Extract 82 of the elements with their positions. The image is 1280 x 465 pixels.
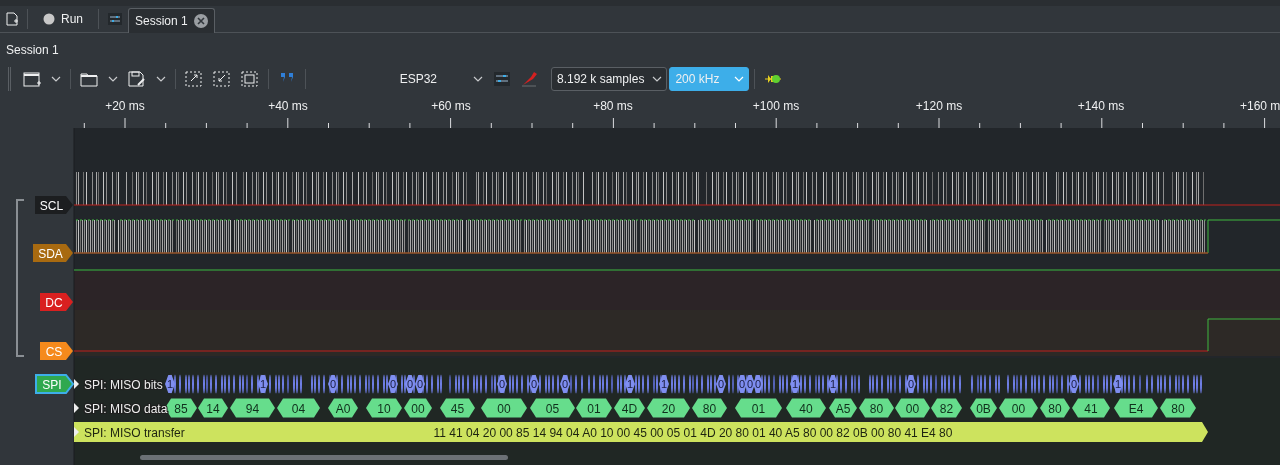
data-annotation: 80: [1040, 398, 1070, 418]
bit-annotation: 0: [405, 375, 415, 393]
bit-annotation: 0: [560, 375, 570, 393]
time-label: +20 ms: [105, 99, 145, 113]
caret-icon: [734, 75, 745, 83]
probe-icon: [521, 71, 539, 87]
session-title: Session 1: [5, 42, 60, 59]
data-annotation: 45: [440, 398, 475, 418]
expand-arrow-icon[interactable]: [74, 379, 79, 389]
bit-annotation: 1: [625, 375, 635, 393]
time-label: +120 ms: [915, 99, 963, 113]
data-annotation: 82: [931, 398, 962, 418]
caret-icon: [108, 75, 118, 83]
circle-icon: [43, 13, 55, 25]
bit-annotation: 0: [753, 375, 763, 393]
data-annotation: 41: [1072, 398, 1110, 418]
document-icon: [6, 12, 18, 26]
caret-icon: [652, 75, 663, 83]
data-annotation: 00: [404, 398, 432, 418]
channel-label[interactable]: SCL: [35, 196, 73, 214]
data-annotation: 10: [366, 398, 402, 418]
data-annotation: 0B: [970, 398, 997, 418]
caret-icon: [156, 75, 166, 83]
data-annotation: 14: [198, 398, 228, 418]
bit-annotation: 0: [716, 375, 726, 393]
close-icon: [193, 13, 208, 28]
time-label: +100 ms: [752, 99, 800, 113]
bit-annotation: 0: [497, 375, 507, 393]
frame-icon: [241, 71, 259, 87]
floppy-icon: [128, 71, 146, 87]
caret-icon: [473, 75, 483, 83]
time-label: +60 ms: [431, 99, 471, 113]
sample-count-dropdown[interactable]: 8.192 k samples: [551, 67, 668, 91]
sliders-icon: [108, 13, 122, 25]
channel-label[interactable]: DC: [40, 293, 73, 311]
bit-annotation: 1: [1113, 375, 1123, 393]
data-annotation: 94: [230, 398, 275, 418]
data-annotation: 05: [530, 398, 575, 418]
expand-arrow-icon[interactable]: [74, 403, 79, 413]
expand-icon: [185, 71, 203, 87]
data-annotation: 00: [895, 398, 930, 418]
data-annotation: A5: [829, 398, 857, 418]
device-dropdown[interactable]: ESP32: [317, 67, 487, 91]
caret-icon: [51, 75, 61, 83]
time-label: +140 ms: [1077, 99, 1125, 113]
bit-annotation: 1: [659, 375, 669, 393]
data-annotation: E4: [1114, 398, 1158, 418]
window-icon: [23, 71, 41, 87]
bit-annotation: 0: [415, 375, 425, 393]
shrink-icon: [213, 71, 231, 87]
data-annotation: 4D: [614, 398, 645, 418]
row-label: SPI: MISO bits: [84, 377, 163, 392]
bit-annotation: 1: [828, 375, 838, 393]
data-annotation: 01: [735, 398, 782, 418]
scrollbar[interactable]: [140, 455, 508, 460]
channel-label[interactable]: SDA: [33, 244, 73, 262]
data-annotation: 20: [647, 398, 690, 418]
data-annotation: 80: [859, 398, 894, 418]
folder-icon: [80, 71, 98, 87]
run-button[interactable]: Run: [31, 6, 95, 32]
time-label: +160 m: [1240, 99, 1280, 113]
data-annotation: 80: [692, 398, 727, 418]
time-label: +40 ms: [268, 99, 308, 113]
data-annotation: 00: [481, 398, 527, 418]
data-annotation: 04: [277, 398, 320, 418]
time-label: +80 ms: [593, 99, 633, 113]
bit-annotation: 0: [388, 375, 398, 393]
bit-annotation: 1: [165, 375, 175, 393]
bit-annotation: 1: [790, 375, 800, 393]
bit-annotation: 0: [529, 375, 539, 393]
bit-annotation: 0: [906, 375, 916, 393]
sliders-icon: [493, 71, 511, 87]
bit-annotation: 1: [258, 375, 268, 393]
data-annotation: 40: [786, 398, 826, 418]
bit-annotation: 0: [328, 375, 338, 393]
data-annotation: 00: [999, 398, 1038, 418]
bit-annotation: 0: [1069, 375, 1079, 393]
session-tab[interactable]: Session 1: [128, 7, 215, 33]
data-annotation: A0: [328, 398, 358, 418]
data-annotation: 01: [576, 398, 612, 418]
row-label: SPI: MISO transfer: [84, 425, 185, 440]
data-annotation: 80: [1160, 398, 1196, 418]
